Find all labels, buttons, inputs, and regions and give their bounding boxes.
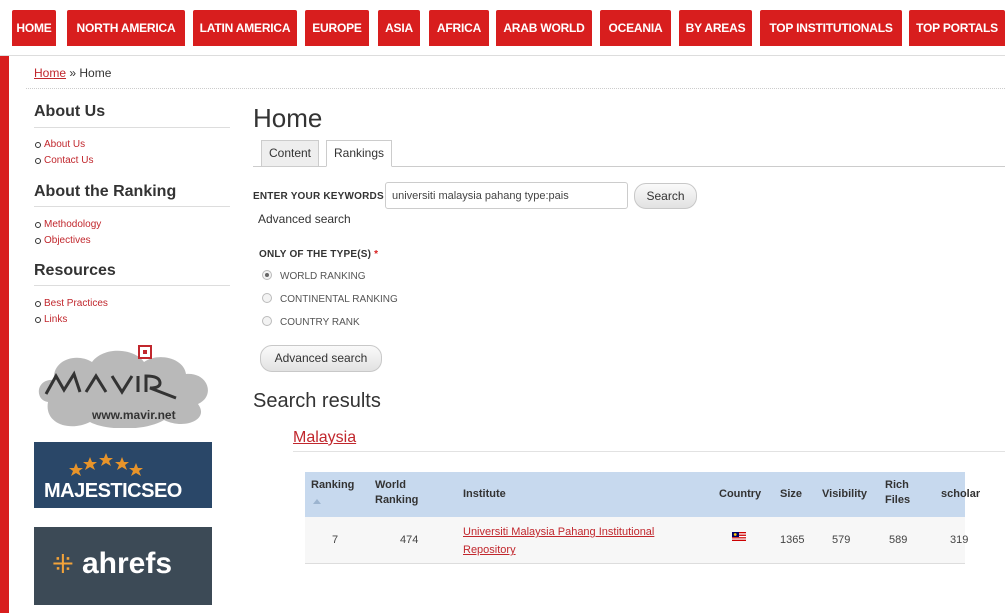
nav-top-institutionals[interactable]: TOP INSTITUTIONALS: [760, 10, 902, 46]
radio-selected-icon[interactable]: [262, 270, 272, 280]
breadcrumb-separator: »: [69, 66, 77, 80]
nav-north-america[interactable]: NORTH AMERICA: [67, 10, 185, 46]
nav-oceania[interactable]: OCEANIA: [600, 10, 671, 46]
institute-link[interactable]: Universiti Malaysia Pahang Institutional: [463, 523, 654, 541]
table-row: 7 474 Universiti Malaysia Pahang Institu…: [305, 517, 969, 564]
nav-africa[interactable]: AFRICA: [429, 10, 489, 46]
radio-unselected-icon[interactable]: [262, 316, 272, 326]
majestic-logo-text: MAJESTICSEO: [44, 480, 182, 502]
institute-link-line2[interactable]: Repository: [463, 541, 654, 559]
col-institute[interactable]: Institute: [463, 487, 506, 502]
country-group-link[interactable]: Malaysia: [293, 429, 356, 447]
radio-country-rank[interactable]: COUNTRY RANK: [262, 316, 360, 328]
breadcrumb: Home » Home: [34, 66, 111, 80]
breadcrumb-divider: [26, 88, 1005, 89]
mavir-url: www.mavir.net: [92, 408, 176, 422]
cell-world-ranking: 474: [400, 534, 419, 546]
col-world-ranking-line1: World: [375, 479, 406, 491]
table-header: Ranking World Ranking Institute Country …: [305, 472, 980, 517]
tab-rankings[interactable]: Rankings: [326, 140, 392, 167]
type-filter-label-text: ONLY OF THE TYPE(S): [259, 249, 372, 260]
col-rich-files-line2: Files: [885, 494, 911, 506]
country-divider: [293, 451, 1005, 452]
mavir-logo[interactable]: www.mavir.net: [34, 342, 212, 429]
cell-scholar: 319: [950, 534, 969, 546]
left-accent-stripe: [0, 56, 9, 613]
search-button[interactable]: Search: [634, 183, 697, 209]
col-world-ranking[interactable]: World Ranking: [375, 478, 418, 508]
nav-home[interactable]: HOME: [12, 10, 56, 46]
sidebar-item-methodology[interactable]: Methodology: [34, 217, 101, 233]
majestic-seo-logo[interactable]: MAJESTICSEO: [34, 442, 212, 508]
keywords-input[interactable]: [385, 182, 628, 209]
breadcrumb-home-link[interactable]: Home: [34, 66, 66, 80]
col-visibility[interactable]: Visibility: [822, 487, 867, 502]
sidebar-resources-list: Best Practices Links: [34, 296, 108, 328]
col-rich-files[interactable]: Rich Files: [885, 478, 910, 508]
sort-arrow-icon[interactable]: [313, 499, 321, 504]
radio-continental-ranking[interactable]: CONTINENTAL RANKING: [262, 293, 398, 305]
sidebar-divider: [34, 127, 230, 128]
radio-world-ranking[interactable]: WORLD RANKING: [262, 270, 366, 282]
col-rich-files-line1: Rich: [885, 479, 909, 491]
col-world-ranking-line2: Ranking: [375, 494, 419, 506]
cell-rich-files: 589: [889, 534, 908, 546]
radio-label: CONTINENTAL RANKING: [280, 294, 398, 305]
sidebar-ranking-title: About the Ranking: [34, 183, 177, 200]
advanced-search-link[interactable]: Advanced search: [258, 212, 351, 226]
sidebar-item-objectives[interactable]: Objectives: [34, 233, 101, 249]
sidebar-item-contact-us[interactable]: Contact Us: [34, 153, 93, 169]
sidebar-about-title: About Us: [34, 103, 106, 120]
sidebar-item-about-us[interactable]: About Us: [34, 137, 93, 153]
radio-label: COUNTRY RANK: [280, 317, 360, 328]
ahrefs-logo[interactable]: ⁜ ahrefs: [34, 527, 212, 605]
required-marker: *: [374, 249, 379, 260]
page-title: Home: [253, 103, 323, 133]
top-navigation: HOME NORTH AMERICA LATIN AMERICA EUROPE …: [0, 0, 1005, 56]
type-filter-label: ONLY OF THE TYPE(S) *: [259, 249, 378, 260]
malaysia-flag-icon: [732, 532, 746, 541]
sidebar-resources-title: Resources: [34, 262, 116, 279]
nav-europe[interactable]: EUROPE: [305, 10, 369, 46]
ahrefs-logo-text: ahrefs: [82, 547, 173, 580]
sidebar-item-links[interactable]: Links: [34, 312, 108, 328]
breadcrumb-current: Home: [79, 66, 112, 80]
radio-unselected-icon[interactable]: [262, 293, 272, 303]
sidebar-divider: [34, 285, 230, 286]
col-ranking[interactable]: Ranking: [311, 478, 354, 493]
content-tabs: Content Rankings: [253, 140, 1005, 167]
search-results-title: Search results: [253, 390, 381, 412]
nav-top-portals[interactable]: TOP PORTALS: [909, 10, 1005, 46]
cell-institute[interactable]: Universiti Malaysia Pahang Institutional…: [463, 523, 654, 559]
sidebar-about-list: About Us Contact Us: [34, 137, 93, 169]
keywords-label: ENTER YOUR KEYWORDS: [253, 191, 384, 202]
nav-by-areas[interactable]: BY AREAS: [679, 10, 752, 46]
nav-arab-world[interactable]: ARAB WORLD: [496, 10, 592, 46]
col-size[interactable]: Size: [780, 487, 802, 502]
col-country[interactable]: Country: [719, 487, 761, 502]
ahrefs-mark-icon: ⁜: [52, 549, 74, 579]
col-scholar[interactable]: scholar: [941, 487, 980, 502]
advanced-search-button[interactable]: Advanced search: [260, 345, 382, 372]
sidebar-item-best-practices[interactable]: Best Practices: [34, 296, 108, 312]
cell-visibility: 579: [832, 534, 851, 546]
tab-content[interactable]: Content: [261, 140, 319, 167]
sidebar-divider: [34, 206, 230, 207]
nav-latin-america[interactable]: LATIN AMERICA: [193, 10, 297, 46]
cell-size: 1365: [780, 534, 805, 546]
cell-ranking: 7: [332, 534, 339, 546]
radio-label: WORLD RANKING: [280, 271, 366, 282]
nav-asia[interactable]: ASIA: [378, 10, 420, 46]
sidebar-ranking-list: Methodology Objectives: [34, 217, 101, 249]
